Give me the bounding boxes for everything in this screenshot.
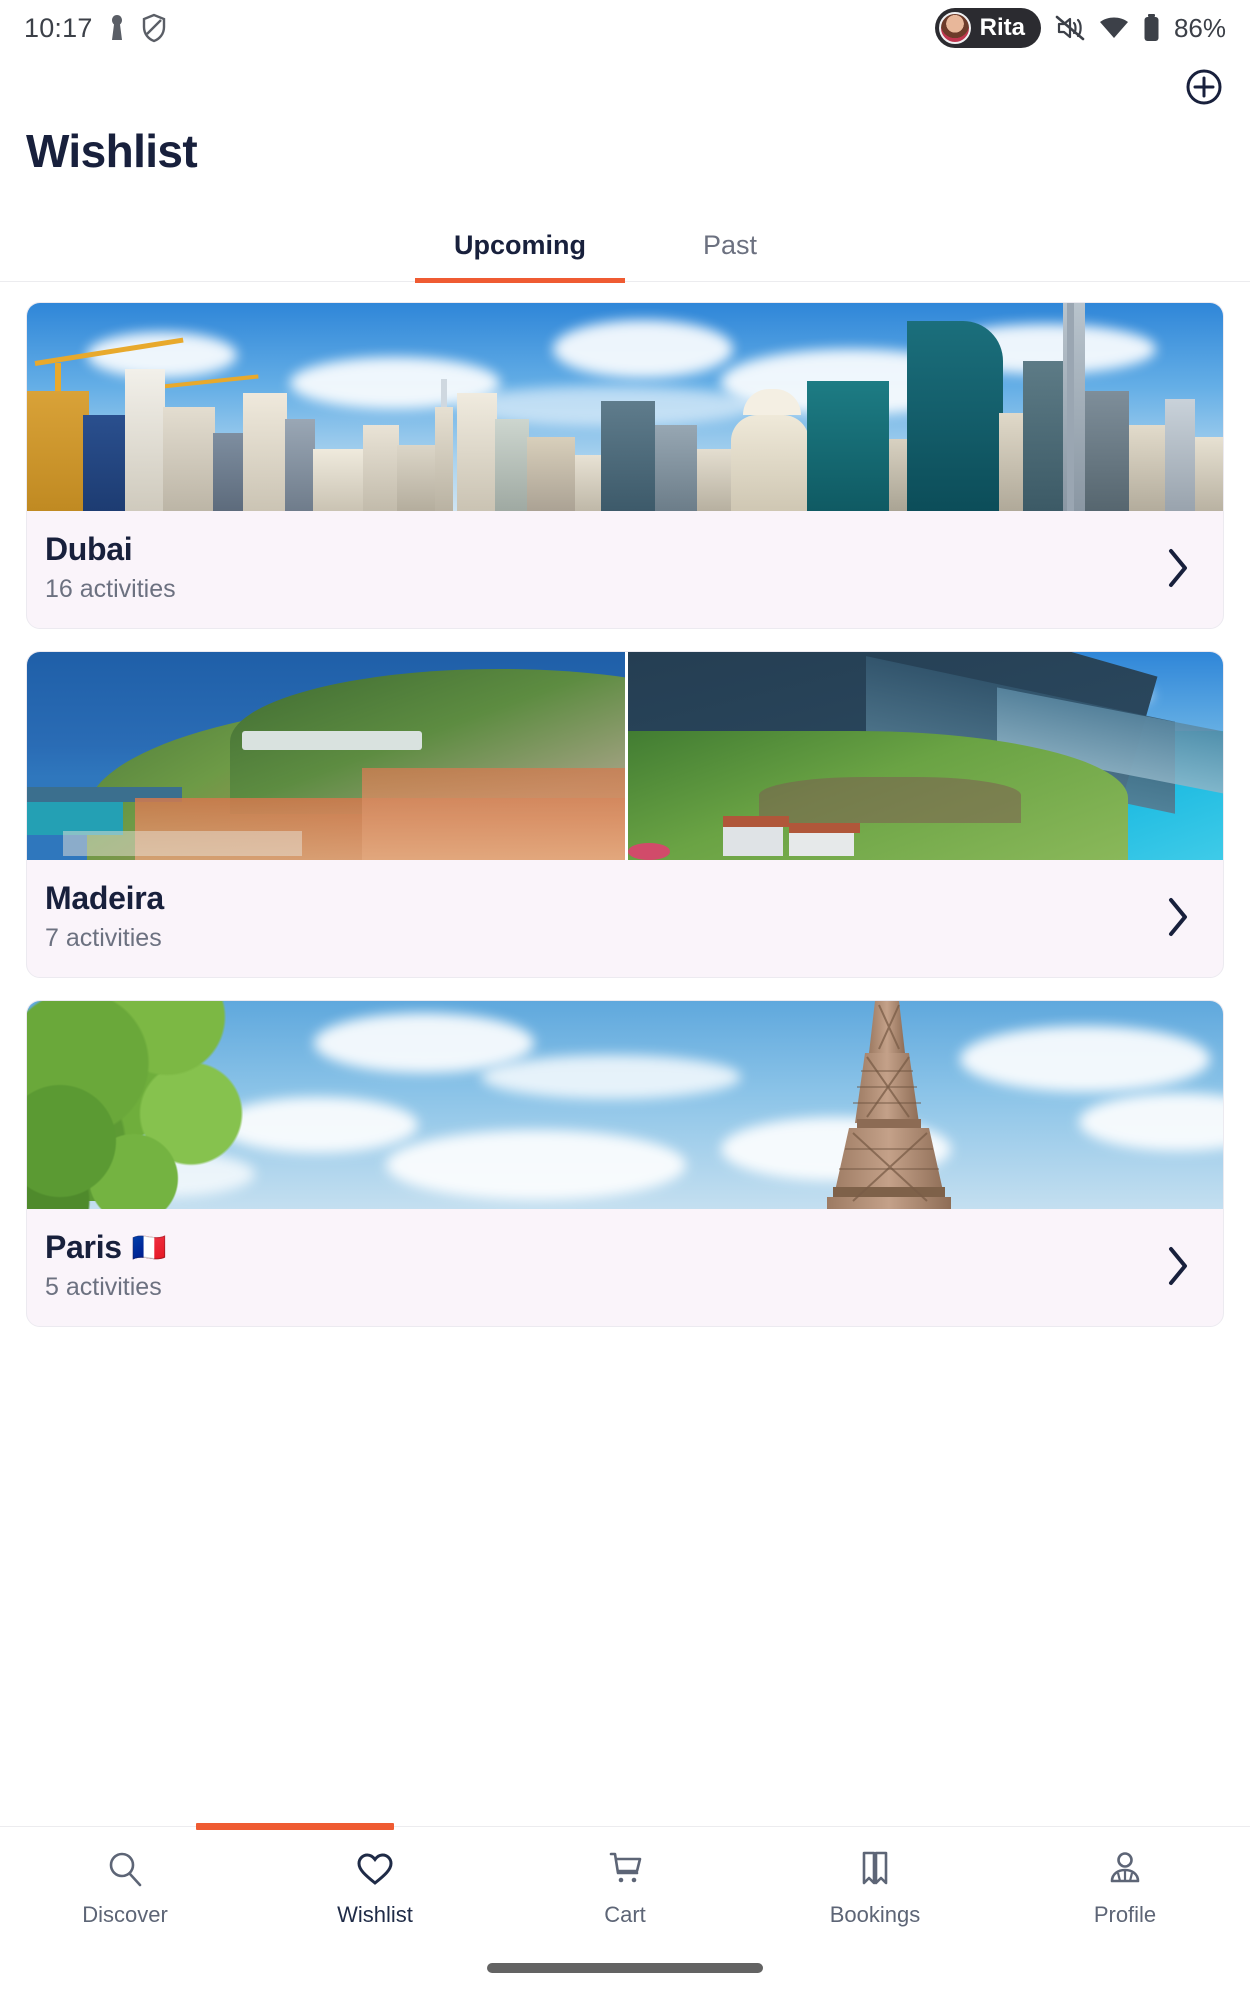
active-tab-indicator	[196, 1823, 394, 1830]
nav-label: Wishlist	[337, 1902, 413, 1927]
card-title: Madeira	[45, 880, 1165, 917]
status-time: 10:17	[24, 12, 93, 43]
app-screen: 10:17 Rita 86% Wishlist Upcoming Past Du…	[0, 0, 1250, 2000]
card-activity-count: 16 activities	[45, 575, 176, 603]
heart-icon	[355, 1849, 395, 1889]
status-bar-right: Rita 86%	[934, 8, 1226, 48]
card-activity-count: 7 activities	[45, 924, 162, 952]
mute-icon	[1055, 15, 1085, 41]
top-bar: Wishlist	[0, 56, 1250, 208]
status-bar: 10:17 Rita 86%	[0, 0, 1250, 56]
nav-label: Cart	[604, 1902, 646, 1927]
search-icon	[105, 1849, 145, 1889]
ticket-icon	[855, 1849, 895, 1889]
top-bar-actions	[24, 56, 1226, 118]
card-flag: 🇫🇷	[131, 1231, 167, 1263]
card-title: Dubai	[45, 531, 1165, 568]
chevron-right-icon[interactable]	[1165, 1244, 1197, 1288]
card-activity-count: 5 activities	[45, 1273, 162, 1301]
nav-label: Discover	[82, 1902, 168, 1927]
wishlist-card-madeira[interactable]: Madeira 7 activities	[26, 651, 1224, 978]
card-title-text: Paris	[45, 1229, 122, 1265]
chevron-right-icon[interactable]	[1165, 546, 1197, 590]
madeira-coast-image	[27, 652, 1223, 860]
tab-bar: Upcoming Past	[0, 208, 1250, 283]
user-name: Rita	[979, 14, 1025, 41]
battery-icon	[1143, 14, 1160, 42]
battery-percent: 86%	[1173, 12, 1226, 43]
tab-upcoming[interactable]: Upcoming	[415, 208, 625, 283]
wishlist-card-paris[interactable]: Paris 🇫🇷 5 activities	[26, 1000, 1224, 1327]
madeira-image-left	[27, 652, 625, 860]
card-title-text: Dubai	[45, 531, 133, 567]
nav-label: Profile	[1093, 1902, 1157, 1927]
home-indicator[interactable]	[487, 1963, 763, 1973]
tab-past[interactable]: Past	[625, 208, 835, 281]
card-text: Madeira 7 activities	[45, 880, 1165, 953]
nav-item-cart[interactable]: Cart	[500, 1849, 750, 1928]
chevron-right-icon[interactable]	[1165, 895, 1197, 939]
shield-icon	[141, 13, 167, 43]
card-text: Paris 🇫🇷 5 activities	[45, 1229, 1165, 1302]
bottom-navigation: Discover Wishlist Cart Bookings Profile	[0, 1823, 1250, 2000]
nav-label: Bookings	[829, 1902, 921, 1927]
card-text: Dubai 16 activities	[45, 531, 1165, 604]
nav-item-wishlist[interactable]: Wishlist	[250, 1849, 500, 1928]
card-title: Paris 🇫🇷	[45, 1229, 1165, 1266]
person-icon	[1105, 1849, 1145, 1889]
nav-item-discover[interactable]: Discover	[0, 1849, 250, 1928]
wishlist-list: Dubai 16 activities Madeira 7 activities…	[0, 282, 1250, 1826]
paris-eiffel-image	[27, 1001, 1223, 1209]
avatar	[938, 12, 971, 44]
page-title: Wishlist	[26, 125, 198, 177]
card-body: Dubai 16 activities	[27, 511, 1223, 628]
nav-item-bookings[interactable]: Bookings	[750, 1849, 1000, 1928]
card-body: Madeira 7 activities	[27, 860, 1223, 977]
user-chip[interactable]: Rita	[934, 8, 1041, 48]
dubai-skyline-image	[27, 303, 1223, 511]
madeira-image-right	[625, 652, 1223, 860]
key-icon	[107, 14, 127, 42]
home-indicator-area	[0, 1936, 1250, 2000]
add-circle-icon[interactable]	[1182, 65, 1226, 109]
status-bar-left: 10:17	[24, 13, 167, 44]
wifi-icon	[1099, 16, 1129, 40]
card-body: Paris 🇫🇷 5 activities	[27, 1209, 1223, 1326]
nav-item-profile[interactable]: Profile	[1000, 1849, 1250, 1928]
wishlist-card-dubai[interactable]: Dubai 16 activities	[26, 302, 1224, 629]
card-title-text: Madeira	[45, 880, 164, 916]
cart-icon	[605, 1849, 645, 1889]
